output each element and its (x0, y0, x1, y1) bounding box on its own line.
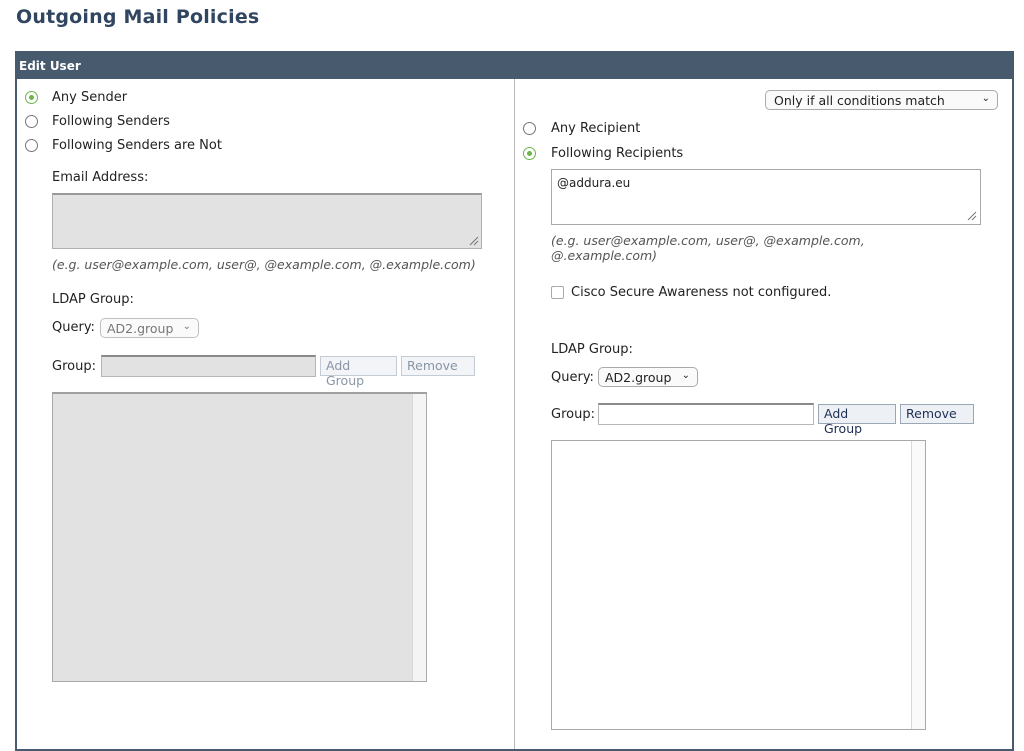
sender-email-textarea[interactable] (52, 193, 482, 249)
sender-query-select[interactable]: AD2.group ⌄ (100, 318, 199, 338)
sender-remove-button[interactable]: Remove (401, 356, 475, 376)
sender-email-hint: (e.g. user@example.com, user@, @example.… (52, 257, 476, 272)
any-recipient-label: Any Recipient (551, 121, 641, 136)
sender-email-label: Email Address: (52, 170, 149, 185)
scrollbar[interactable] (412, 394, 426, 681)
scrollbar[interactable] (911, 441, 925, 729)
sender-group-input[interactable] (101, 355, 316, 377)
following-senders-radio[interactable] (25, 115, 38, 128)
recipient-remove-button[interactable]: Remove (900, 404, 974, 424)
sender-group-label: Group: (52, 359, 96, 374)
recipient-email-hint-line2: @.example.com) (551, 248, 658, 263)
resize-grip-icon[interactable] (967, 211, 977, 221)
recipient-query-select[interactable]: AD2.group ⌄ (598, 367, 698, 387)
sender-query-label: Query: (52, 320, 95, 335)
awareness-label: Cisco Secure Awareness not configured. (571, 285, 832, 300)
following-senders-not-label: Following Senders are Not (52, 138, 222, 153)
panel-header: Edit User (15, 51, 1014, 79)
recipient-group-input[interactable] (598, 403, 814, 425)
page-title: Outgoing Mail Policies (16, 6, 260, 28)
chevron-down-icon: ⌄ (182, 321, 191, 332)
following-senders-not-radio[interactable] (25, 139, 38, 152)
sender-group-listbox[interactable] (52, 392, 427, 682)
recipient-query-value: AD2.group (605, 370, 672, 385)
awareness-checkbox[interactable] (551, 286, 564, 299)
recipient-email-textarea[interactable]: @addura.eu (551, 169, 981, 225)
any-recipient-radio[interactable] (523, 122, 536, 135)
recipient-add-group-button[interactable]: Add Group (818, 404, 896, 436)
following-recipients-label: Following Recipients (551, 146, 684, 161)
any-sender-radio[interactable] (25, 91, 38, 104)
following-senders-label: Following Senders (52, 114, 170, 129)
sender-ldap-label: LDAP Group: (52, 292, 134, 307)
resize-grip-icon[interactable] (469, 236, 479, 246)
match-mode-value: Only if all conditions match (774, 93, 945, 108)
recipient-email-hint-line1: (e.g. user@example.com, user@, @example.… (551, 233, 865, 248)
chevron-down-icon: ⌄ (681, 370, 690, 381)
following-recipients-radio[interactable] (523, 147, 536, 160)
recipient-ldap-label: LDAP Group: (551, 342, 633, 357)
column-divider (514, 79, 515, 749)
recipient-query-label: Query: (551, 370, 594, 385)
sender-query-value: AD2.group (107, 321, 174, 336)
recipient-group-label: Group: (551, 407, 595, 422)
recipient-group-listbox[interactable] (551, 440, 926, 730)
any-sender-label: Any Sender (52, 90, 128, 105)
sender-add-group-button[interactable]: Add Group (320, 356, 397, 388)
chevron-down-icon: ⌄ (981, 93, 990, 104)
match-mode-select[interactable]: Only if all conditions match ⌄ (765, 90, 998, 110)
